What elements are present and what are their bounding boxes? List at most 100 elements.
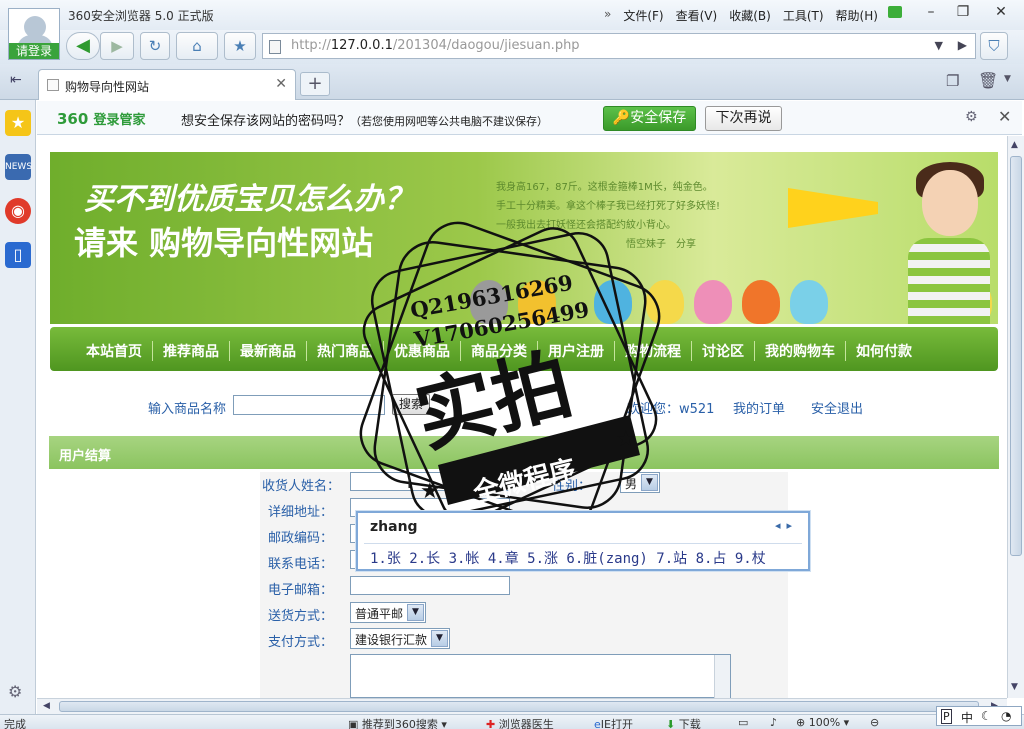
scroll-down-icon[interactable]: ▼ <box>1011 682 1018 692</box>
restore-button[interactable]: ❐ <box>948 3 978 21</box>
search-row: 输入商品名称 搜索 欢迎您：w521 我的订单 安全退出 <box>37 394 1007 418</box>
bar-close-icon[interactable]: ✕ <box>998 107 1011 126</box>
tab-shopping[interactable]: 购物导向性网站 ✕ <box>38 69 296 100</box>
later-button[interactable]: 下次再说 <box>705 106 782 131</box>
menu-help[interactable]: 帮助(H) <box>836 7 878 24</box>
nav-register[interactable]: 用户注册 <box>538 341 615 361</box>
windows-icon[interactable]: ❐ <box>946 72 959 90</box>
go-arrow-icon[interactable]: ▶ <box>958 38 967 52</box>
ime-candidates[interactable]: 1.张 2.长 3.帐 4.章 5.涨 6.脏(zang) 7.站 8.占 9.… <box>370 548 766 568</box>
shipping-select[interactable]: 普通平邮 ▼ <box>350 602 427 623</box>
address-bar[interactable]: http://127.0.0.1/201304/daogou/jiesuan.p… <box>262 33 976 59</box>
url-dropdown-icon[interactable]: ▼ <box>935 39 943 52</box>
email-label: 电子邮箱： <box>268 583 334 598</box>
forward-button[interactable]: ▶ <box>100 32 134 60</box>
menu-view[interactable]: 查看(V) <box>676 7 718 24</box>
close-window-button[interactable]: ✕ <box>986 3 1016 21</box>
vertical-scroll-thumb[interactable] <box>1010 156 1022 556</box>
nav-categories[interactable]: 商品分类 <box>461 341 538 361</box>
login-button[interactable]: 请登录 <box>9 43 59 59</box>
horizontal-scrollbar[interactable]: ◀ ▶ <box>37 698 1007 714</box>
star-icon: ★ <box>233 37 247 55</box>
nav-popular[interactable]: 热门商品 <box>307 341 384 361</box>
textarea-scrollbar[interactable] <box>714 655 730 698</box>
ime-page-arrows-icon[interactable]: ◂▸ <box>775 519 798 532</box>
nav-home[interactable]: 本站首页 <box>76 341 153 361</box>
payment-select[interactable]: 建设银行汇款 ▼ <box>350 628 451 649</box>
site-navigation: 本站首页 推荐商品 最新商品 热门商品 优惠商品 商品分类 用户注册 购物流程 … <box>50 327 998 371</box>
weibo-icon[interactable]: ◉ <box>5 198 31 224</box>
dropdown-arrow-icon: ▼ <box>641 474 659 491</box>
tab-close-icon[interactable]: ✕ <box>275 76 287 92</box>
welcome-text: 欢迎您：w521 <box>627 402 715 417</box>
bird-mascot <box>646 280 684 324</box>
horizontal-scroll-thumb[interactable] <box>59 701 979 712</box>
scroll-up-icon[interactable]: ▲ <box>1011 140 1018 150</box>
new-tab-button[interactable]: + <box>300 72 330 96</box>
refresh-icon: ↻ <box>148 37 162 55</box>
status-bar: 完成 ▣ 推荐到360搜索 ▾ ✚ 浏览器医生 eIE打开 ⬇ 下载 ▭ ♪ ⊕… <box>0 714 1024 729</box>
ime-status-tray[interactable]: P 中 ☾ ◔ <box>936 706 1022 726</box>
ime-candidate-window: zhang ◂▸ 1.张 2.长 3.帐 4.章 5.涨 6.脏(zang) 7… <box>356 511 810 571</box>
scroll-left-icon[interactable]: ◀ <box>43 701 50 711</box>
zoom-out-icon[interactable]: ⊖ <box>870 716 879 729</box>
search-input[interactable] <box>233 395 385 415</box>
ime-moon-icon[interactable]: ☾ <box>981 709 992 723</box>
refresh-button[interactable]: ↻ <box>140 32 170 60</box>
nav-discount[interactable]: 优惠商品 <box>384 341 461 361</box>
banner-model-photo <box>890 160 990 324</box>
search-button[interactable]: 搜索 <box>392 394 430 415</box>
favorite-star-button[interactable]: ★ <box>224 32 256 60</box>
menu-chevron-icon[interactable]: » <box>604 7 611 24</box>
url-text[interactable]: http://127.0.0.1/201304/daogou/jiesuan.p… <box>291 38 580 53</box>
ime-composition: zhang <box>370 519 418 535</box>
nav-recommended[interactable]: 推荐商品 <box>153 341 230 361</box>
search-label: 输入商品名称 <box>148 402 227 417</box>
favorites-star-icon[interactable]: ★ <box>5 110 31 136</box>
security-shield-button[interactable]: ⛉ <box>980 32 1008 60</box>
nav-payment[interactable]: 如何付款 <box>846 341 922 361</box>
vertical-scrollbar[interactable]: ▲ ▼ <box>1007 136 1024 698</box>
user-avatar[interactable]: 请登录 <box>8 8 60 60</box>
ie-open-button[interactable]: eIE打开 <box>594 716 633 729</box>
email-input[interactable] <box>350 576 510 595</box>
dropdown-arrow-icon: ▼ <box>431 630 449 647</box>
skin-shirt-icon[interactable] <box>888 6 902 18</box>
nav-forum[interactable]: 讨论区 <box>692 341 755 361</box>
bar-settings-icon[interactable]: ⚙ <box>965 109 978 125</box>
ime-mode[interactable]: 中 <box>961 709 973 726</box>
nav-newest[interactable]: 最新商品 <box>230 341 307 361</box>
menu-tools[interactable]: 工具(T) <box>783 7 824 24</box>
trash-dropdown-icon[interactable]: ▼ <box>1004 74 1011 84</box>
minimize-button[interactable]: – <box>916 3 946 21</box>
tab-favicon-icon <box>47 79 59 91</box>
share-search-button[interactable]: ▣ 推荐到360搜索 ▾ <box>348 716 447 729</box>
password-manager-bar: 360 登录管家 想安全保存该网站的密码吗？（若您使用网吧等公共电脑不建议保存）… <box>37 101 1022 135</box>
logout-link[interactable]: 安全退出 <box>811 398 863 417</box>
key-icon: 🔑 <box>612 110 631 126</box>
gender-select[interactable]: 男 ▼ <box>620 472 661 493</box>
tab-label: 购物导向性网站 <box>65 80 150 94</box>
sidebar-toggle-icon[interactable]: ⇤ <box>10 72 22 88</box>
secure-save-button[interactable]: 🔑安全保存 <box>603 106 696 131</box>
trash-icon[interactable]: 🗑 <box>978 71 998 90</box>
nav-cart[interactable]: 我的购物车 <box>755 341 846 361</box>
settings-gear-icon[interactable]: ⚙ <box>8 682 22 701</box>
back-button[interactable]: ◀ <box>66 32 100 60</box>
nav-process[interactable]: 购物流程 <box>615 341 692 361</box>
ime-punct-icon[interactable]: ◔ <box>1001 709 1011 723</box>
zoom-control[interactable]: ⊕ 100% ▾ <box>796 716 849 729</box>
download-button[interactable]: ⬇ 下载 <box>666 716 701 729</box>
menu-file[interactable]: 文件(F) <box>623 7 663 24</box>
news-icon[interactable]: NEWS <box>5 154 32 180</box>
browser-doctor-button[interactable]: ✚ 浏览器医生 <box>486 716 554 729</box>
app-title: 360安全浏览器 5.0 正式版 <box>68 9 214 23</box>
mobile-icon[interactable]: ▯ <box>5 242 31 268</box>
my-orders-link[interactable]: 我的订单 <box>733 398 785 417</box>
volume-icon[interactable]: ♪ <box>770 716 777 729</box>
home-button[interactable]: ⌂ <box>176 32 218 60</box>
screen-icon[interactable]: ▭ <box>738 716 748 729</box>
name-input[interactable] <box>350 472 510 491</box>
remarks-textarea[interactable] <box>350 654 731 698</box>
menu-favorites[interactable]: 收藏(B) <box>729 7 771 24</box>
